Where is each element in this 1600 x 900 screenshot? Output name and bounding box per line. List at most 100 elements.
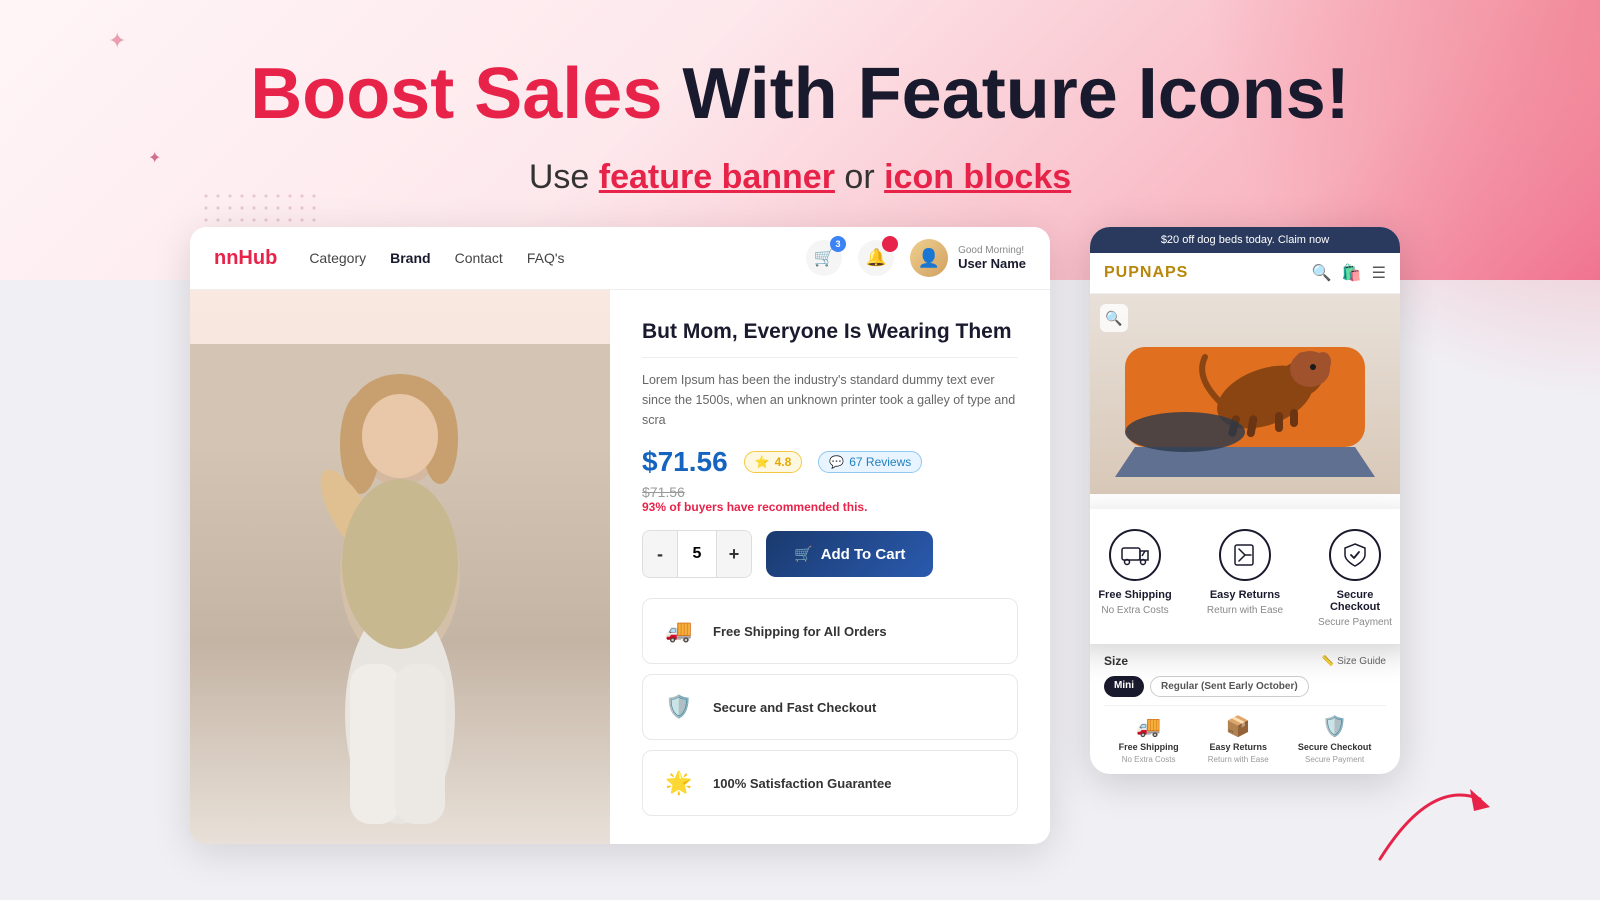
mobile-zoom-btn[interactable]: 🔍	[1100, 304, 1128, 332]
mobile-nav: PUPNAPS 🔍 🛍️ ☰	[1090, 253, 1400, 294]
size-guide-link[interactable]: 📏 Size Guide	[1322, 656, 1386, 667]
mfr-returns: 📦 Easy Returns Return with Ease	[1208, 714, 1269, 764]
fic-secure-title: Secure Checkout	[1315, 589, 1395, 613]
feature-banners: 🚚 Free Shipping for All Orders 🛡️ Secure…	[642, 598, 1018, 816]
header-section: Boost Sales With Feature Icons! Use feat…	[0, 0, 1600, 197]
title-dark: With Feature Icons!	[682, 54, 1349, 134]
price-original: $71.56	[642, 484, 1018, 500]
mfr-shipping: 🚚 Free Shipping No Extra Costs	[1119, 714, 1179, 764]
user-info: Good Morning! User Name	[958, 245, 1026, 271]
guarantee-icon: 🌟	[659, 763, 699, 803]
feature-guarantee-label: 100% Satisfaction Guarantee	[713, 776, 891, 791]
mfr-shipping-sub: No Extra Costs	[1122, 755, 1176, 764]
rating-badge: ⭐ 4.8	[744, 451, 803, 473]
fic-secure-sub: Secure Payment	[1318, 617, 1392, 628]
icon-blocks-link[interactable]: icon blocks	[884, 158, 1071, 196]
dog-svg	[1105, 297, 1385, 492]
fic-secure-icon	[1329, 529, 1381, 581]
desktop-nav: nnHub Category Brand Contact FAQ's 🛒 3 🔔…	[190, 227, 1050, 290]
mobile-menu-icon[interactable]: ☰	[1372, 263, 1386, 283]
mobile-nav-icons: 🔍 🛍️ ☰	[1312, 263, 1386, 283]
feature-shipping: 🚚 Free Shipping for All Orders	[642, 598, 1018, 664]
add-to-cart-button[interactable]: 🛒 Add To Cart	[766, 531, 933, 577]
arrow-decoration	[1370, 769, 1490, 874]
feature-shipping-label: Free Shipping for All Orders	[713, 624, 887, 639]
product-desc: Lorem Ipsum has been the industry's stan…	[642, 370, 1018, 430]
mfr-secure: 🛡️ Secure Checkout Secure Payment	[1298, 714, 1372, 764]
fic-secure: Secure Checkout Secure Payment	[1315, 529, 1395, 628]
size-options: Mini Regular (Sent Early October)	[1104, 676, 1386, 697]
content-area: nnHub Category Brand Contact FAQ's 🛒 3 🔔…	[0, 197, 1600, 844]
mobile-search-icon[interactable]: 🔍	[1312, 263, 1332, 283]
product-details: But Mom, Everyone Is Wearing Them Lorem …	[610, 290, 1050, 844]
feature-banner-link[interactable]: feature banner	[599, 158, 835, 196]
username: User Name	[958, 256, 1026, 271]
size-regular[interactable]: Regular (Sent Early October)	[1150, 676, 1309, 697]
desktop-body: But Mom, Everyone Is Wearing Them Lorem …	[190, 290, 1050, 844]
mobile-size-row: Size 📏 Size Guide	[1104, 654, 1386, 668]
mfr-secure-sub: Secure Payment	[1305, 755, 1364, 764]
qty-decrease[interactable]: -	[643, 531, 677, 577]
arrow-svg	[1370, 769, 1490, 869]
checkout-icon: 🛡️	[659, 687, 699, 727]
qty-increase[interactable]: +	[717, 531, 751, 577]
qty-control: - 5 +	[642, 530, 752, 578]
notification-badge	[882, 236, 898, 252]
brand-logo: nnHub	[214, 247, 277, 270]
mfr-returns-sub: Return with Ease	[1208, 755, 1269, 764]
product-image-area	[190, 290, 610, 844]
cart-badge: 3	[830, 236, 846, 252]
mobile-brand: PUPNAPS	[1104, 264, 1188, 282]
mobile-mockup: $20 off dog beds today. Claim now PUPNAP…	[1090, 227, 1400, 774]
product-title: But Mom, Everyone Is Wearing Them	[642, 318, 1018, 345]
nav-brand[interactable]: Brand	[390, 250, 430, 266]
review-badge: 💬 67 Reviews	[818, 451, 922, 473]
fic-shipping: Free Shipping No Extra Costs	[1095, 529, 1175, 628]
fic-shipping-icon	[1109, 529, 1161, 581]
mfr-shipping-icon: 🚚	[1136, 714, 1161, 739]
nav-contact[interactable]: Contact	[455, 250, 503, 266]
price-row: $71.56 ⭐ 4.8 💬 67 Reviews	[642, 446, 1018, 478]
mobile-bottom: Size 📏 Size Guide Mini Regular (Sent Ear…	[1090, 648, 1400, 774]
nav-user: 👤 Good Morning! User Name	[910, 239, 1026, 277]
mfr-returns-icon: 📦	[1226, 714, 1251, 739]
promo-bar[interactable]: $20 off dog beds today. Claim now	[1090, 227, 1400, 253]
qty-cart-row: - 5 + 🛒 Add To Cart	[642, 530, 1018, 578]
recommend-text: 93% of buyers have recommended this.	[642, 500, 1018, 514]
mobile-cart-icon[interactable]: 🛍️	[1342, 263, 1362, 283]
fic-returns-sub: Return with Ease	[1207, 605, 1283, 616]
mfr-shipping-title: Free Shipping	[1119, 742, 1179, 752]
user-greeting: Good Morning!	[958, 245, 1026, 256]
nav-category[interactable]: Category	[309, 250, 366, 266]
mobile-mockup-wrapper: $20 off dog beds today. Claim now PUPNAP…	[1090, 227, 1410, 844]
shipping-icon: 🚚	[659, 611, 699, 651]
subtitle-or: or	[844, 158, 884, 196]
subtitle-text: Use	[529, 158, 589, 196]
fic-shipping-title: Free Shipping	[1098, 589, 1171, 601]
mfr-returns-title: Easy Returns	[1209, 742, 1267, 752]
fic-returns-title: Easy Returns	[1210, 589, 1280, 601]
desktop-mockup: nnHub Category Brand Contact FAQ's 🛒 3 🔔…	[190, 227, 1050, 844]
feature-checkout-label: Secure and Fast Checkout	[713, 700, 876, 715]
nav-right: 🛒 3 🔔 👤 Good Morning! User Name	[806, 239, 1026, 277]
feature-checkout: 🛡️ Secure and Fast Checkout	[642, 674, 1018, 740]
feature-guarantee: 🌟 100% Satisfaction Guarantee	[642, 750, 1018, 816]
notification-icon-btn[interactable]: 🔔	[858, 240, 894, 276]
mobile-product-img: 🔍	[1090, 294, 1400, 494]
nav-links: Category Brand Contact FAQ's	[309, 250, 774, 266]
qty-value: 5	[677, 531, 717, 577]
woman-figure	[190, 344, 610, 844]
nav-faqs[interactable]: FAQ's	[527, 250, 565, 266]
mfr-secure-title: Secure Checkout	[1298, 742, 1372, 752]
title-red: Boost Sales	[250, 54, 662, 134]
feature-icons-card: Free Shipping No Extra Costs Easy Return…	[1090, 509, 1400, 644]
cart-icon-btn[interactable]: 🛒 3	[806, 240, 842, 276]
product-divider	[642, 357, 1018, 358]
price-main: $71.56	[642, 446, 728, 478]
woman-svg	[230, 354, 570, 834]
size-mini[interactable]: Mini	[1104, 676, 1144, 697]
fic-shipping-sub: No Extra Costs	[1101, 605, 1168, 616]
subtitle: Use feature banner or icon blocks	[0, 158, 1600, 197]
main-title: Boost Sales With Feature Icons!	[0, 55, 1600, 134]
mobile-size-label: Size	[1104, 654, 1128, 668]
